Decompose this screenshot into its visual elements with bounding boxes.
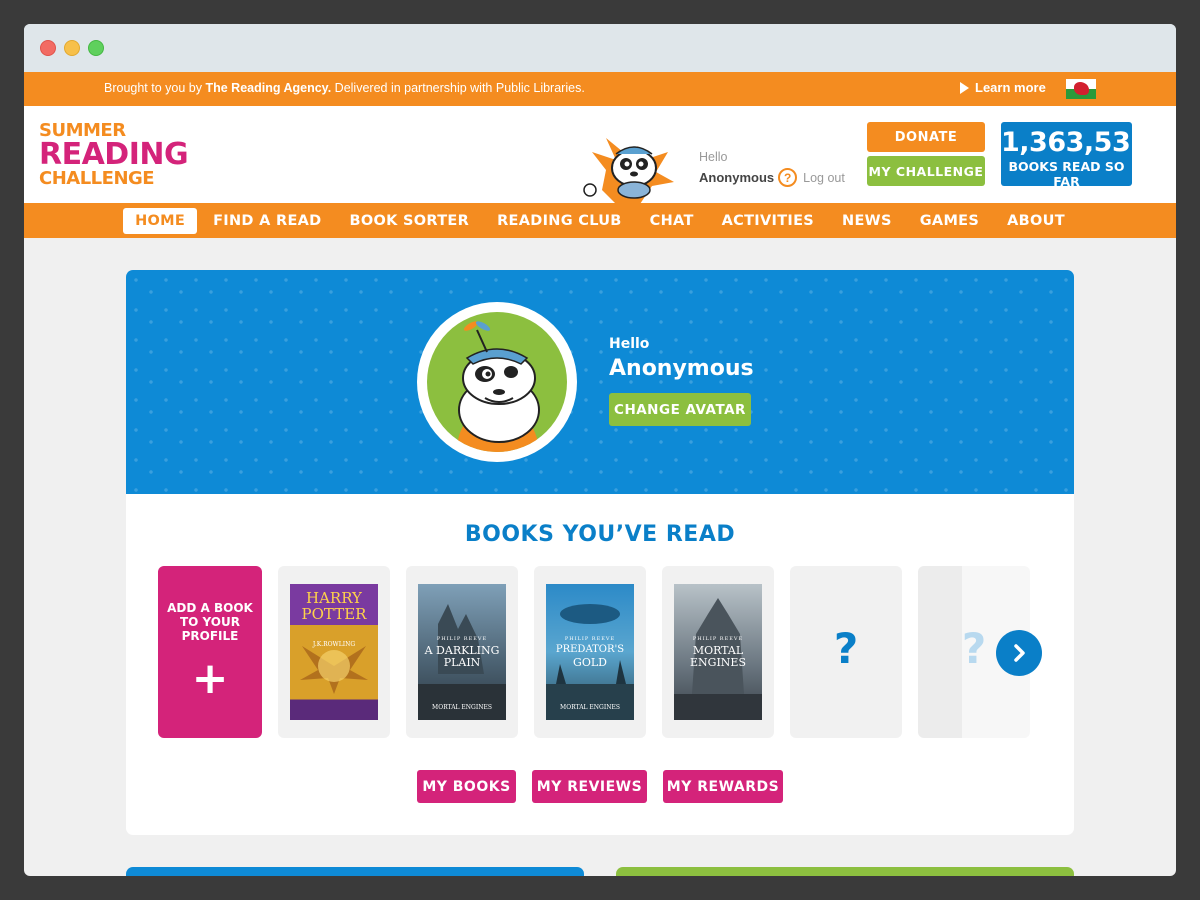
cover-author: PHILIP REEVE	[692, 636, 744, 642]
add-book-button[interactable]: ADD A BOOK TO YOUR PROFILE +	[158, 566, 262, 738]
next-books-button[interactable]	[996, 630, 1042, 676]
cover-title-line-2: POTTER	[301, 605, 367, 623]
books-read-label: BOOKS READ SO FAR	[1008, 159, 1125, 189]
books-read-counter: 1,363,532 BOOKS READ SO FAR	[1001, 122, 1149, 189]
nav-news[interactable]: NEWS	[830, 208, 904, 234]
add-book-line-3: PROFILE	[181, 629, 239, 643]
nav-reading-club[interactable]: READING CLUB	[485, 208, 634, 234]
book-cover: PHILIP REEVE A DARKLING PLAIN MORTAL ENG…	[418, 584, 506, 720]
book-card[interactable]: PHILIP REEVE MORTAL ENGINES	[662, 566, 774, 738]
logo-line-2: READING	[39, 137, 189, 172]
window-titlebar	[24, 24, 1176, 72]
add-book-line-2: TO YOUR	[179, 615, 240, 629]
profile-hello: Hello	[609, 336, 650, 352]
cover-author: J.K.ROWLING	[312, 641, 356, 648]
close-window-button[interactable]	[40, 40, 56, 56]
wales-flag-icon[interactable]	[1066, 79, 1096, 99]
nav-home[interactable]: HOME	[123, 207, 198, 234]
book-card[interactable]: PHILIP REEVE PREDATOR'S GOLD MORTAL ENGI…	[534, 566, 646, 738]
donate-button[interactable]: DONATE	[867, 122, 985, 152]
cover-author: PHILIP REEVE	[564, 636, 616, 642]
empty-slot-marker: ?	[833, 624, 859, 673]
book-cover: PHILIP REEVE MORTAL ENGINES	[674, 584, 762, 720]
nav-chat[interactable]: CHAT	[638, 208, 706, 234]
cover-title-line-2: PLAIN	[443, 656, 481, 669]
green-panel-top	[616, 867, 1074, 876]
partnership-text: Delivered in partnership with Public Lib…	[334, 81, 585, 95]
cover-title-line-1: HARRY	[306, 589, 362, 607]
logout-link[interactable]: Log out	[803, 171, 845, 185]
chevron-right-icon	[1014, 644, 1025, 662]
learn-more-link[interactable]: Learn more	[960, 80, 1046, 95]
user-greeting: Hello Anonymous ? Log out	[699, 150, 845, 187]
partner-text: Brought to you by The Reading Agency. De…	[104, 81, 585, 95]
learn-more-label: Learn more	[975, 80, 1046, 95]
site-logo[interactable]: SUMMER READING CHALLENGE	[39, 122, 189, 189]
nav-about[interactable]: ABOUT	[995, 208, 1077, 234]
brought-prefix: Brought to you by	[104, 81, 202, 95]
book-card[interactable]: PHILIP REEVE A DARKLING PLAIN MORTAL ENG…	[406, 566, 518, 738]
header-hello: Hello	[699, 150, 728, 164]
change-avatar-button[interactable]: CHANGE AVATAR	[609, 393, 751, 426]
book-cover: HARRY POTTER J.K.ROWLING	[290, 584, 378, 720]
minimize-window-button[interactable]	[64, 40, 80, 56]
banner-pattern	[126, 270, 1074, 494]
nav-activities[interactable]: ACTIVITIES	[710, 208, 826, 234]
mascot-illustration	[583, 138, 674, 204]
books-section-title: BOOKS YOU’VE READ	[464, 522, 736, 547]
nav-find-a-read[interactable]: FIND A READ	[201, 208, 333, 234]
avatar	[417, 302, 577, 462]
agency-name: The Reading Agency.	[205, 81, 332, 95]
books-read-number: 1,363,532	[1001, 127, 1149, 158]
book-card[interactable]: HARRY POTTER J.K.ROWLING	[278, 566, 390, 738]
maximize-window-button[interactable]	[88, 40, 104, 56]
header-username: Anonymous	[699, 170, 775, 185]
cover-author: PHILIP REEVE	[436, 636, 488, 642]
cover-series: MORTAL ENGINES	[560, 704, 620, 711]
cover-series: MORTAL ENGINES	[432, 704, 492, 711]
my-challenge-button[interactable]: MY CHALLENGE	[867, 156, 985, 186]
my-books-button[interactable]: MY BOOKS	[417, 770, 516, 803]
blue-panel-top	[126, 867, 584, 876]
cover-title-line-1: PREDATOR'S	[555, 644, 625, 655]
browser-window: Brought to you by The Reading Agency. De…	[24, 24, 1176, 876]
cover-title-line-2: ENGINES	[690, 656, 746, 669]
my-reviews-button[interactable]: MY REVIEWS	[532, 770, 647, 803]
my-rewards-button[interactable]: MY REWARDS	[663, 770, 783, 803]
help-icon[interactable]: ?	[778, 168, 798, 187]
book-cover: PHILIP REEVE PREDATOR'S GOLD MORTAL ENGI…	[546, 584, 634, 720]
cover-title-line-2: GOLD	[573, 656, 607, 669]
logo-line-3: CHALLENGE	[39, 168, 155, 189]
add-book-line-1: ADD A BOOK	[167, 601, 253, 615]
profile-username: Anonymous	[609, 356, 754, 381]
site-header: SUMMER READING CHALLENGE Hello Anonymous…	[24, 106, 1176, 204]
plus-icon: +	[191, 653, 229, 704]
nav-games[interactable]: GAMES	[908, 208, 991, 234]
nav-book-sorter[interactable]: BOOK SORTER	[338, 208, 482, 234]
profile-banner: Hello Anonymous CHANGE AVATAR	[126, 270, 1074, 494]
books-panel: BOOKS YOU’VE READ ADD A BOOK TO YOUR PRO…	[126, 494, 1074, 835]
partner-bar: Brought to you by The Reading Agency. De…	[24, 72, 1176, 106]
main-nav: HOME FIND A READ BOOK SORTER READING CLU…	[24, 203, 1176, 238]
empty-book-slot[interactable]: ?	[790, 566, 902, 738]
play-icon	[960, 81, 969, 94]
avatar-mascot-image	[457, 321, 540, 452]
